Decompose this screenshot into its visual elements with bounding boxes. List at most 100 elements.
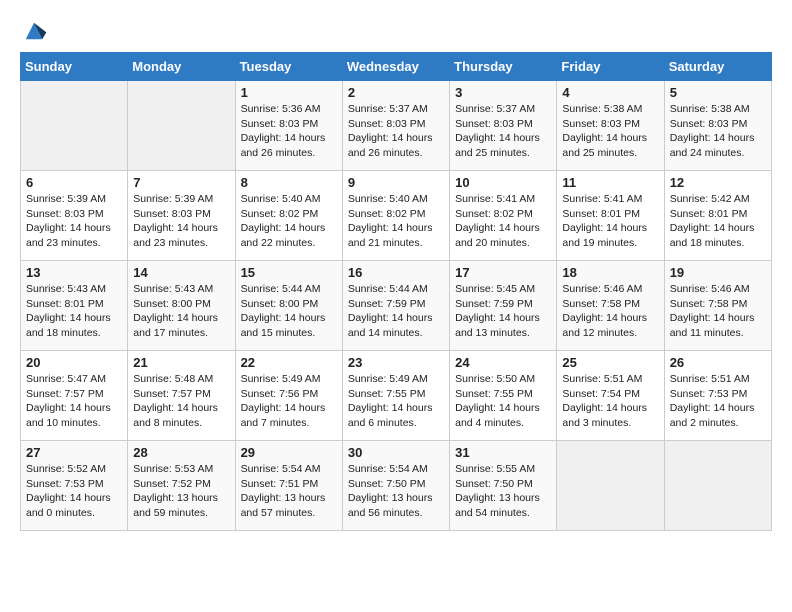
day-content: Sunrise: 5:46 AMSunset: 7:58 PMDaylight:… — [562, 282, 658, 341]
weekday-header-sunday: Sunday — [21, 53, 128, 81]
day-content: Sunrise: 5:51 AMSunset: 7:53 PMDaylight:… — [670, 372, 766, 431]
calendar-cell: 31 Sunrise: 5:55 AMSunset: 7:50 PMDayligh… — [450, 441, 557, 531]
day-content: Sunrise: 5:45 AMSunset: 7:59 PMDaylight:… — [455, 282, 551, 341]
day-number: 20 — [26, 355, 122, 370]
day-content: Sunrise: 5:37 AMSunset: 8:03 PMDaylight:… — [348, 102, 444, 161]
day-number: 17 — [455, 265, 551, 280]
day-content: Sunrise: 5:39 AMSunset: 8:03 PMDaylight:… — [133, 192, 229, 251]
day-content: Sunrise: 5:49 AMSunset: 7:56 PMDaylight:… — [241, 372, 337, 431]
calendar-week-row: 20 Sunrise: 5:47 AMSunset: 7:57 PMDayligh… — [21, 351, 772, 441]
calendar-cell: 13 Sunrise: 5:43 AMSunset: 8:01 PMDayligh… — [21, 261, 128, 351]
calendar-cell: 16Sunrise: 5:44 AMSunset: 7:59 PMDayligh… — [342, 261, 449, 351]
logo — [20, 20, 50, 42]
calendar-cell: 6Sunrise: 5:39 AMSunset: 8:03 PMDaylight… — [21, 171, 128, 261]
day-content: Sunrise: 5:43 AMSunset: 8:01 PMDaylight:… — [26, 282, 122, 341]
day-number: 11 — [562, 175, 658, 190]
weekday-header-friday: Friday — [557, 53, 664, 81]
day-number: 16 — [348, 265, 444, 280]
calendar-cell: 10 Sunrise: 5:41 AMSunset: 8:02 PMDayligh… — [450, 171, 557, 261]
day-content: Sunrise: 5:48 AMSunset: 7:57 PMDaylight:… — [133, 372, 229, 431]
day-content: Sunrise: 5:52 AMSunset: 7:53 PMDaylight:… — [26, 462, 122, 521]
day-content: Sunrise: 5:37 AMSunset: 8:03 PMDaylight:… — [455, 102, 551, 161]
calendar-cell: 3Sunrise: 5:37 AMSunset: 8:03 PMDaylight… — [450, 81, 557, 171]
day-number: 13 — [26, 265, 122, 280]
calendar-cell: 23 Sunrise: 5:49 AMSunset: 7:55 PMDayligh… — [342, 351, 449, 441]
day-content: Sunrise: 5:47 AMSunset: 7:57 PMDaylight:… — [26, 372, 122, 431]
calendar-cell: 8 Sunrise: 5:40 AMSunset: 8:02 PMDaylight… — [235, 171, 342, 261]
weekday-header-thursday: Thursday — [450, 53, 557, 81]
calendar-week-row: 13 Sunrise: 5:43 AMSunset: 8:01 PMDayligh… — [21, 261, 772, 351]
day-number: 18 — [562, 265, 658, 280]
day-content: Sunrise: 5:41 AMSunset: 8:01 PMDaylight:… — [562, 192, 658, 251]
day-number: 24 — [455, 355, 551, 370]
day-number: 21 — [133, 355, 229, 370]
day-number: 29 — [241, 445, 337, 460]
calendar-cell: 26 Sunrise: 5:51 AMSunset: 7:53 PMDayligh… — [664, 351, 771, 441]
calendar-cell: 27 Sunrise: 5:52 AMSunset: 7:53 PMDayligh… — [21, 441, 128, 531]
calendar-cell: 30Sunrise: 5:54 AMSunset: 7:50 PMDayligh… — [342, 441, 449, 531]
calendar-cell: 2 Sunrise: 5:37 AMSunset: 8:03 PMDaylight… — [342, 81, 449, 171]
calendar-table: SundayMondayTuesdayWednesdayThursdayFrid… — [20, 52, 772, 531]
weekday-header-wednesday: Wednesday — [342, 53, 449, 81]
day-number: 5 — [670, 85, 766, 100]
weekday-header-tuesday: Tuesday — [235, 53, 342, 81]
day-number: 2 — [348, 85, 444, 100]
day-content: Sunrise: 5:55 AMSunset: 7:50 PMDaylight:… — [455, 462, 551, 521]
calendar-week-row: 6Sunrise: 5:39 AMSunset: 8:03 PMDaylight… — [21, 171, 772, 261]
day-number: 10 — [455, 175, 551, 190]
calendar-cell — [557, 441, 664, 531]
day-number: 12 — [670, 175, 766, 190]
day-content: Sunrise: 5:41 AMSunset: 8:02 PMDaylight:… — [455, 192, 551, 251]
calendar-cell: 4 Sunrise: 5:38 AMSunset: 8:03 PMDaylight… — [557, 81, 664, 171]
day-content: Sunrise: 5:51 AMSunset: 7:54 PMDaylight:… — [562, 372, 658, 431]
calendar-cell: 5 Sunrise: 5:38 AMSunset: 8:03 PMDaylight… — [664, 81, 771, 171]
calendar-cell: 19 Sunrise: 5:46 AMSunset: 7:58 PMDayligh… — [664, 261, 771, 351]
day-content: Sunrise: 5:38 AMSunset: 8:03 PMDaylight:… — [562, 102, 658, 161]
calendar-cell: 25 Sunrise: 5:51 AMSunset: 7:54 PMDayligh… — [557, 351, 664, 441]
weekday-header-row: SundayMondayTuesdayWednesdayThursdayFrid… — [21, 53, 772, 81]
day-number: 22 — [241, 355, 337, 370]
day-number: 23 — [348, 355, 444, 370]
calendar-cell — [21, 81, 128, 171]
calendar-cell: 29 Sunrise: 5:54 AMSunset: 7:51 PMDayligh… — [235, 441, 342, 531]
calendar-cell: 9 Sunrise: 5:40 AMSunset: 8:02 PMDaylight… — [342, 171, 449, 261]
day-content: Sunrise: 5:38 AMSunset: 8:03 PMDaylight:… — [670, 102, 766, 161]
day-number: 7 — [133, 175, 229, 190]
calendar-cell: 21 Sunrise: 5:48 AMSunset: 7:57 PMDayligh… — [128, 351, 235, 441]
calendar-cell: 24 Sunrise: 5:50 AMSunset: 7:55 PMDayligh… — [450, 351, 557, 441]
calendar-cell: 15Sunrise: 5:44 AMSunset: 8:00 PMDayligh… — [235, 261, 342, 351]
calendar-cell: 11 Sunrise: 5:41 AMSunset: 8:01 PMDayligh… — [557, 171, 664, 261]
weekday-header-monday: Monday — [128, 53, 235, 81]
day-number: 30 — [348, 445, 444, 460]
calendar-cell: 28Sunrise: 5:53 AMSunset: 7:52 PMDayligh… — [128, 441, 235, 531]
calendar-week-row: 27 Sunrise: 5:52 AMSunset: 7:53 PMDayligh… — [21, 441, 772, 531]
calendar-cell: 18 Sunrise: 5:46 AMSunset: 7:58 PMDayligh… — [557, 261, 664, 351]
day-number: 19 — [670, 265, 766, 280]
calendar-cell: 7 Sunrise: 5:39 AMSunset: 8:03 PMDaylight… — [128, 171, 235, 261]
day-content: Sunrise: 5:46 AMSunset: 7:58 PMDaylight:… — [670, 282, 766, 341]
day-number: 4 — [562, 85, 658, 100]
day-number: 31 — [455, 445, 551, 460]
calendar-cell: 12Sunrise: 5:42 AMSunset: 8:01 PMDayligh… — [664, 171, 771, 261]
day-number: 8 — [241, 175, 337, 190]
day-content: Sunrise: 5:39 AMSunset: 8:03 PMDaylight:… — [26, 192, 122, 251]
day-content: Sunrise: 5:50 AMSunset: 7:55 PMDaylight:… — [455, 372, 551, 431]
day-content: Sunrise: 5:36 AMSunset: 8:03 PMDaylight:… — [241, 102, 337, 161]
day-number: 27 — [26, 445, 122, 460]
day-number: 1 — [241, 85, 337, 100]
page-header — [20, 20, 772, 42]
day-content: Sunrise: 5:54 AMSunset: 7:51 PMDaylight:… — [241, 462, 337, 521]
calendar-cell: 20 Sunrise: 5:47 AMSunset: 7:57 PMDayligh… — [21, 351, 128, 441]
day-content: Sunrise: 5:44 AMSunset: 8:00 PMDaylight:… — [241, 282, 337, 341]
day-number: 14 — [133, 265, 229, 280]
day-number: 25 — [562, 355, 658, 370]
day-content: Sunrise: 5:40 AMSunset: 8:02 PMDaylight:… — [348, 192, 444, 251]
logo-icon — [20, 20, 48, 42]
day-content: Sunrise: 5:40 AMSunset: 8:02 PMDaylight:… — [241, 192, 337, 251]
day-content: Sunrise: 5:43 AMSunset: 8:00 PMDaylight:… — [133, 282, 229, 341]
day-number: 9 — [348, 175, 444, 190]
calendar-cell: 1 Sunrise: 5:36 AMSunset: 8:03 PMDaylight… — [235, 81, 342, 171]
day-content: Sunrise: 5:49 AMSunset: 7:55 PMDaylight:… — [348, 372, 444, 431]
day-number: 26 — [670, 355, 766, 370]
calendar-cell: 14 Sunrise: 5:43 AMSunset: 8:00 PMDayligh… — [128, 261, 235, 351]
